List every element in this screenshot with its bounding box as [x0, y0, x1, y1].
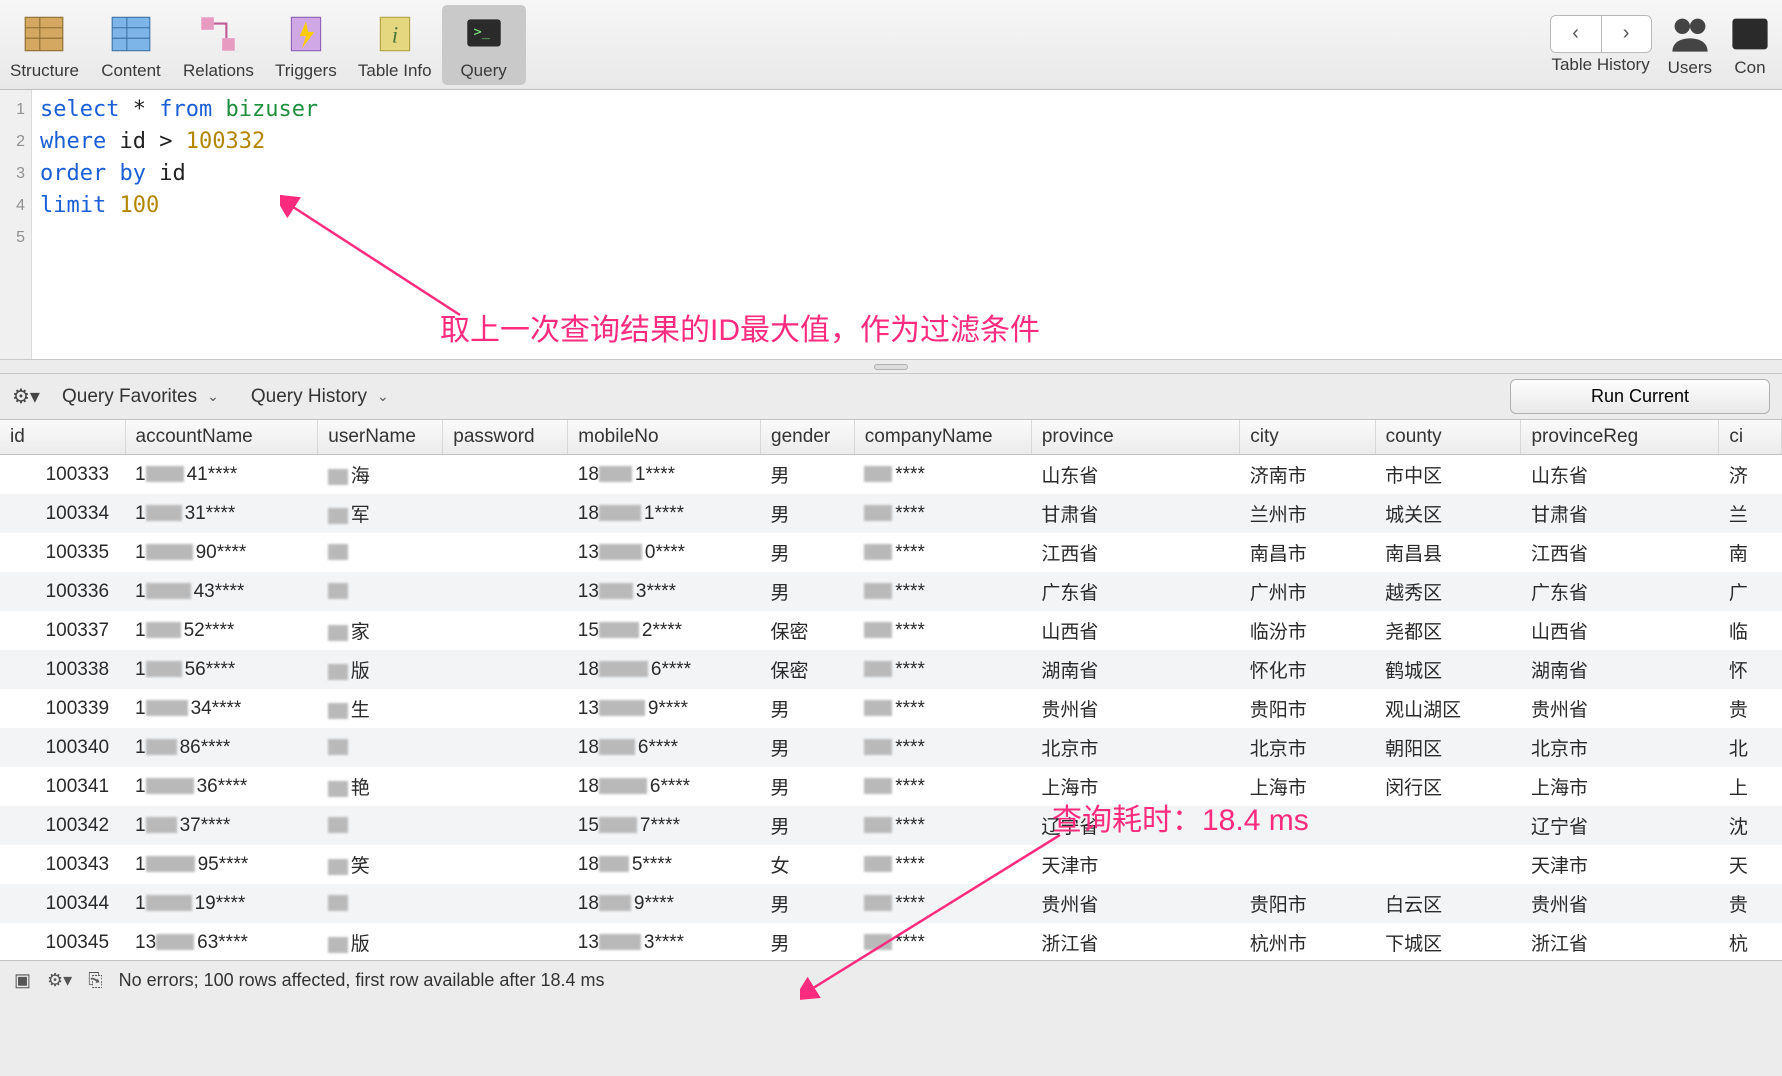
- status-text: No errors; 100 rows affected, first row …: [119, 970, 605, 991]
- console-button[interactable]: Con: [1728, 12, 1772, 78]
- console-icon: [1728, 12, 1772, 56]
- table-row[interactable]: 100333141****海181****男****山东省济南市市中区山东省济: [0, 455, 1782, 495]
- query-favorites-dropdown[interactable]: Query Favorites ⌄: [52, 386, 229, 408]
- triggers-tab[interactable]: Triggers: [264, 5, 348, 85]
- triggers-tab-icon: [283, 11, 329, 57]
- table-row[interactable]: 100339134****生139****男****贵州省贵阳市观山湖区贵州省贵: [0, 689, 1782, 728]
- tb-label: Structure: [10, 61, 79, 81]
- query-history-dropdown[interactable]: Query History ⌄: [241, 386, 399, 408]
- col-mobileNo[interactable]: mobileNo: [568, 420, 761, 455]
- nav-fwd-button[interactable]: ›: [1601, 16, 1651, 52]
- status-bar: ▣ ⚙︎▾ ⎘ No errors; 100 rows affected, fi…: [0, 960, 1782, 1000]
- table-row[interactable]: 100335190****130****男****江西省南昌市南昌县江西省南: [0, 533, 1782, 572]
- col-provinceReg[interactable]: provinceReg: [1521, 420, 1719, 455]
- chevron-down-icon: ⌄: [377, 388, 389, 405]
- table-row[interactable]: 1003451363****版133****男****浙江省杭州市下城区浙江省杭: [0, 923, 1782, 960]
- content-tab[interactable]: Content: [89, 5, 173, 85]
- table-row[interactable]: 100341136****艳186****男****上海市上海市闵行区上海市上: [0, 767, 1782, 806]
- tb-label: Table Info: [358, 61, 432, 81]
- run-current-button[interactable]: Run Current: [1510, 379, 1770, 414]
- svg-text:>_: >_: [473, 24, 490, 40]
- col-province[interactable]: province: [1031, 420, 1239, 455]
- tb-label: Relations: [183, 61, 254, 81]
- col-companyName[interactable]: companyName: [854, 420, 1031, 455]
- col-accountName[interactable]: accountName: [125, 420, 318, 455]
- tb-label: Content: [101, 61, 161, 81]
- query-history-label: Query History: [251, 386, 367, 408]
- console-label: Con: [1734, 58, 1765, 78]
- col-password[interactable]: password: [443, 420, 568, 455]
- editor-gutter: 12345: [0, 90, 32, 359]
- table-row[interactable]: 100336143****133****男****广东省广州市越秀区广东省广: [0, 572, 1782, 611]
- table-row[interactable]: 100338156****版186****保密****湖南省怀化市鹤城区湖南省怀: [0, 650, 1782, 689]
- col-id[interactable]: id: [0, 420, 125, 455]
- table-row[interactable]: 100343195****笑185****女****天津市天津市天: [0, 845, 1782, 884]
- panel-toggle-icon[interactable]: ▣: [14, 970, 31, 991]
- table-body: 100333141****海181****男****山东省济南市市中区山东省济1…: [0, 455, 1782, 961]
- col-city[interactable]: city: [1240, 420, 1375, 455]
- query-controls-bar: ⚙︎▾ Query Favorites ⌄ Query History ⌄ Ru…: [0, 374, 1782, 420]
- query-tab-icon: >_: [461, 11, 507, 57]
- annotation-2: 查询耗时：18.4 ms: [1052, 795, 1309, 839]
- main-toolbar: Structure Content Relations Triggers i Table …: [0, 0, 1782, 90]
- nav-back-button[interactable]: ‹: [1551, 16, 1601, 52]
- annotation-1: 取上一次查询结果的ID最大值，作为过滤条件: [440, 305, 1040, 349]
- col-userName[interactable]: userName: [318, 420, 443, 455]
- relations-tab-icon: [195, 11, 241, 57]
- structure-tab[interactable]: Structure: [0, 5, 89, 85]
- content-tab-icon: [108, 11, 154, 57]
- table-header-row: idaccountNameuserNamepasswordmobileNogen…: [0, 420, 1782, 455]
- table-row[interactable]: 100334131****军181****男****甘肃省兰州市城关区甘肃省兰: [0, 494, 1782, 533]
- table-info-tab[interactable]: i Table Info: [348, 5, 442, 85]
- gear-icon[interactable]: ⚙︎▾: [47, 970, 72, 991]
- svg-text:i: i: [392, 22, 398, 47]
- gear-icon[interactable]: ⚙︎▾: [12, 384, 40, 409]
- table-history-button[interactable]: ‹ › Table History: [1550, 15, 1652, 75]
- col-county[interactable]: county: [1375, 420, 1521, 455]
- col-gender[interactable]: gender: [761, 420, 855, 455]
- users-icon: [1668, 12, 1712, 56]
- table-row[interactable]: 100340186****186****男****北京市北京市朝阳区北京市北: [0, 728, 1782, 767]
- users-button[interactable]: Users: [1668, 12, 1712, 78]
- table-row[interactable]: 100344119****189****男****贵州省贵阳市白云区贵州省贵: [0, 884, 1782, 923]
- table-row[interactable]: 100337152****家152****保密****山西省临汾市尧都区山西省临: [0, 611, 1782, 650]
- table-info-tab-icon: i: [372, 11, 418, 57]
- structure-tab-icon: [21, 11, 67, 57]
- query-favorites-label: Query Favorites: [62, 386, 197, 408]
- results-table: idaccountNameuserNamepasswordmobileNogen…: [0, 420, 1782, 960]
- editor-code[interactable]: select * from bizuserwhere id > 100332or…: [32, 90, 326, 359]
- pane-resize-handle[interactable]: [0, 360, 1782, 374]
- query-tab[interactable]: >_ Query: [442, 5, 526, 85]
- export-icon[interactable]: ⎘: [88, 970, 102, 991]
- chevron-down-icon: ⌄: [207, 388, 219, 405]
- tb-label: Query: [460, 61, 506, 81]
- results-table-wrap[interactable]: idaccountNameuserNamepasswordmobileNogen…: [0, 420, 1782, 960]
- col-ci[interactable]: ci: [1719, 420, 1782, 455]
- tb-label: Triggers: [275, 61, 337, 81]
- table-history-label: Table History: [1551, 55, 1649, 75]
- relations-tab[interactable]: Relations: [173, 5, 264, 85]
- users-label: Users: [1668, 58, 1712, 78]
- table-row[interactable]: 100342137****157****男****辽宁省辽宁省沈: [0, 806, 1782, 845]
